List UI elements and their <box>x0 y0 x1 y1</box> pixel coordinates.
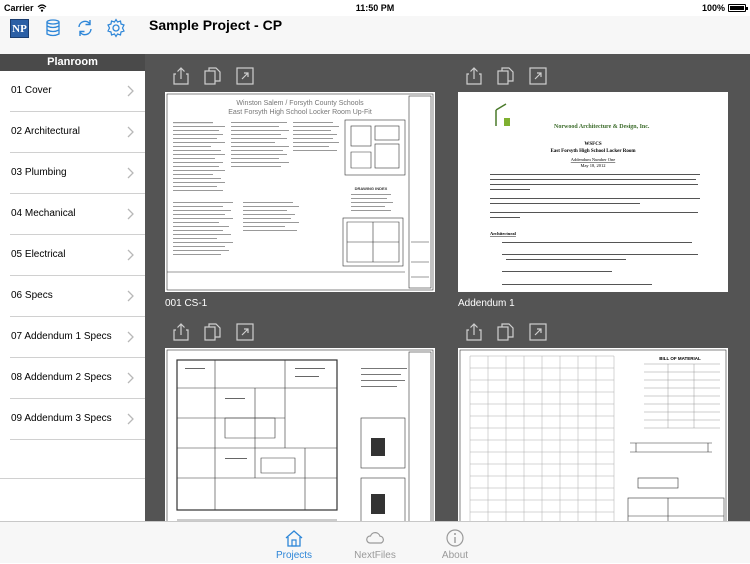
addendum-number: Addendum Number One <box>571 157 616 162</box>
sidebar-item[interactable]: 01 Cover <box>10 71 145 112</box>
doc-date: May 18, 2012 <box>580 163 605 169</box>
navigation-bar: NP Sample Project - CP <box>0 16 750 54</box>
firm-logo-mark <box>504 118 510 126</box>
sidebar-item-label: 03 Plumbing <box>11 167 67 178</box>
sheet-thumbnail[interactable]: BILL OF MATERIAL <box>458 348 728 521</box>
share-icon[interactable] <box>464 322 484 342</box>
firm-name: Norwood Architecture & Design, Inc. <box>554 124 650 130</box>
copy-icon[interactable] <box>496 322 516 342</box>
sheet-thumbnail[interactable]: Winston Salem / Forsyth County Schools E… <box>165 92 435 292</box>
sheet-label: 001 CS-1 <box>165 298 208 309</box>
share-icon[interactable] <box>171 66 191 86</box>
sheet-thumbnail[interactable]: Norwood Architecture & Design, Inc. WSFC… <box>458 92 728 292</box>
chevron-right-icon <box>127 331 134 343</box>
expand-icon[interactable] <box>235 322 255 342</box>
doc-section: Architectural <box>490 231 517 236</box>
refresh-icon[interactable] <box>75 18 95 38</box>
expand-icon[interactable] <box>528 322 548 342</box>
sheet-thumbnail[interactable] <box>165 348 435 521</box>
tab-projects-label: Projects <box>275 550 313 561</box>
logo-icon[interactable]: NP <box>10 19 29 38</box>
sheet-header-line1: Winston Salem / Forsyth County Schools <box>236 100 364 107</box>
battery-icon <box>728 4 748 12</box>
status-bar: Carrier 11:50 PM 100% <box>0 0 750 16</box>
database-icon[interactable] <box>43 18 63 38</box>
chevron-right-icon <box>127 249 134 261</box>
drawing-index-title: DRAWING INDEX <box>355 186 388 191</box>
expand-icon[interactable] <box>235 66 255 86</box>
sidebar-item[interactable]: 05 Electrical <box>10 235 145 276</box>
chevron-right-icon <box>127 85 134 97</box>
sheet-header-line2: East Forsyth High School Locker Room Up-… <box>228 109 372 116</box>
chevron-right-icon <box>127 208 134 220</box>
tile-actions <box>171 322 255 342</box>
bill-of-material-title: BILL OF MATERIAL <box>659 356 701 361</box>
sidebar-item-label: 04 Mechanical <box>11 208 76 219</box>
tab-bar: Projects NextFiles About <box>0 521 750 563</box>
expand-icon[interactable] <box>528 66 548 86</box>
sidebar-item[interactable]: 08 Addendum 2 Specs <box>10 358 145 399</box>
sidebar-list: 01 Cover 02 Architectural 03 Plumbing 04 Me… <box>0 71 145 440</box>
sidebar-item-label: 08 Addendum 2 Specs <box>11 372 112 383</box>
chevron-right-icon <box>127 372 134 384</box>
sidebar-item[interactable]: 07 Addendum 1 Specs <box>10 317 145 358</box>
chevron-right-icon <box>127 126 134 138</box>
chevron-right-icon <box>127 167 134 179</box>
tab-nextfiles-label: NextFiles <box>354 550 396 561</box>
cloud-icon <box>366 532 384 544</box>
tile-actions <box>464 322 548 342</box>
copy-icon[interactable] <box>203 322 223 342</box>
sidebar-item-label: 09 Addendum 3 Specs <box>11 413 112 424</box>
tab-about[interactable]: About <box>420 522 490 564</box>
sidebar-item-label: 02 Architectural <box>11 126 80 137</box>
sheet-grid: Winston Salem / Forsyth County Schools E… <box>145 54 750 521</box>
tab-projects[interactable]: Projects <box>259 522 329 564</box>
sidebar-item[interactable]: 04 Mechanical <box>10 194 145 235</box>
sidebar-item[interactable]: 06 Specs <box>10 276 145 317</box>
sidebar-item-label: 01 Cover <box>11 85 52 96</box>
sidebar-item[interactable]: 02 Architectural <box>10 112 145 153</box>
tab-about-label: About <box>441 550 469 561</box>
copy-icon[interactable] <box>496 66 516 86</box>
sidebar-item-label: 05 Electrical <box>11 249 66 260</box>
share-icon[interactable] <box>464 66 484 86</box>
sidebar-item-label: 07 Addendum 1 Specs <box>11 331 112 342</box>
settings-gear-icon[interactable] <box>106 18 126 38</box>
share-icon[interactable] <box>171 322 191 342</box>
battery-percent: 100% <box>701 3 725 13</box>
battery-indicator: 100% <box>701 3 748 13</box>
sidebar-header: Planroom <box>0 54 145 71</box>
sidebar-item[interactable]: 09 Addendum 3 Specs <box>10 399 145 440</box>
tile-actions <box>171 66 255 86</box>
tile-actions <box>464 66 548 86</box>
sidebar-item-label: 06 Specs <box>11 290 53 301</box>
info-icon <box>446 529 464 547</box>
doc-org: WSFCS <box>584 142 601 147</box>
tab-nextfiles[interactable]: NextFiles <box>340 522 410 564</box>
chevron-right-icon <box>127 413 134 425</box>
doc-subject: East Forsyth High School Locker Room <box>550 149 636 154</box>
chevron-right-icon <box>127 290 134 302</box>
status-time: 11:50 PM <box>355 3 395 13</box>
sidebar-item[interactable]: 03 Plumbing <box>10 153 145 194</box>
page-title: Sample Project - CP <box>149 17 283 33</box>
sheet-label: Addendum 1 <box>458 298 515 309</box>
planroom-sidebar: Planroom 01 Cover 02 Architectural 03 Plum… <box>0 54 145 521</box>
divider <box>0 478 145 479</box>
copy-icon[interactable] <box>203 66 223 86</box>
house-icon <box>285 530 303 547</box>
